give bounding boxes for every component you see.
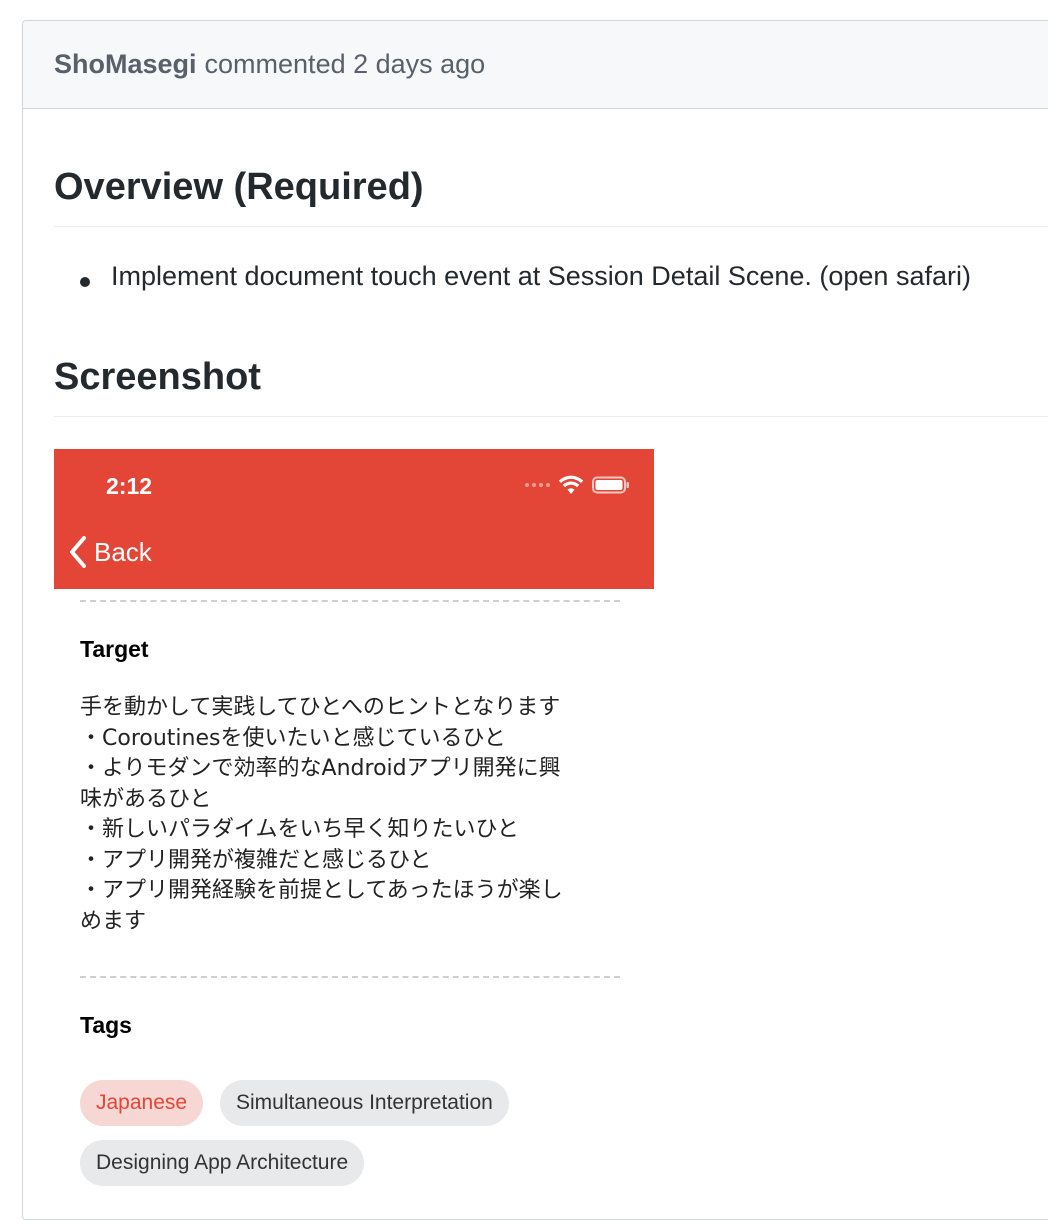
app-navigation-bar: 2:12 Back: [54, 449, 654, 589]
target-line: 味があるひと: [80, 786, 212, 812]
list-item-text: Implement document touch event at Sessio…: [111, 261, 971, 291]
back-label: Back: [94, 536, 152, 567]
comment-header: ShoMasegi commented 2 days ago: [23, 21, 1048, 109]
status-icons: [525, 475, 630, 495]
back-button[interactable]: Back: [68, 535, 152, 569]
cellular-signal-icon: [525, 483, 550, 487]
target-line: ・アプリ開発が複雑だと感じるひと: [80, 847, 432, 873]
issue-comment: ShoMasegi commented 2 days ago Overview …: [22, 20, 1048, 1220]
target-description: 手を動かして実践してひとへのヒントとなります ・Coroutinesを使いたいと…: [80, 693, 620, 937]
tag-chip-language[interactable]: Japanese: [80, 1080, 204, 1126]
overview-list: Implement document touch event at Sessio…: [54, 261, 971, 292]
target-line: めます: [80, 908, 147, 934]
bullet-icon: [80, 277, 90, 287]
target-title: Target: [80, 636, 149, 662]
divider: [80, 976, 620, 978]
tags-title: Tags: [80, 1012, 132, 1038]
screenshot-heading: Screenshot: [54, 349, 1048, 417]
chevron-left-icon: [70, 536, 86, 568]
status-time: 2:12: [106, 473, 153, 499]
wifi-icon: [558, 475, 584, 494]
target-line: ・よりモダンで効率的なAndroidアプリ開発に興: [80, 756, 561, 781]
divider: [80, 600, 620, 602]
target-line: 手を動かして実践してひとへのヒントとなります: [80, 695, 561, 720]
target-line: ・アプリ開発経験を前提としてあったほうが楽し: [80, 878, 563, 903]
target-line: ・Coroutinesを使いたいと感じているひと: [80, 725, 506, 751]
list-item: Implement document touch event at Sessio…: [54, 261, 971, 292]
comment-timestamp[interactable]: commented 2 days ago: [205, 49, 486, 80]
battery-icon: [592, 476, 629, 494]
target-line: ・新しいパラダイムをいち早く知りたいひと: [80, 817, 519, 842]
tag-chip[interactable]: Simultaneous Interpretation: [220, 1080, 509, 1126]
tag-chip[interactable]: Designing App Architecture: [80, 1140, 365, 1186]
overview-heading: Overview (Required): [54, 159, 1048, 227]
comment-author-link[interactable]: ShoMasegi: [54, 49, 197, 80]
embedded-screenshot-image[interactable]: 2:12 Back Target 手を動かして実践してひとへのヒントとなります …: [54, 449, 654, 1209]
